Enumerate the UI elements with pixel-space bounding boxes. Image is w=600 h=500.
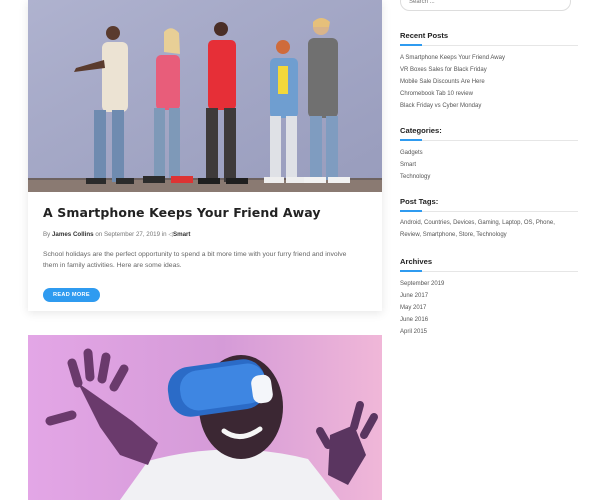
category-link[interactable]: Smart: [400, 159, 578, 171]
recent-post-link[interactable]: A Smartphone Keeps Your Friend Away: [400, 52, 578, 64]
post-card: A Smartphone Keeps Your Friend Away By J…: [28, 0, 382, 311]
recent-post-link[interactable]: VR Boxes Sales for Black Friday: [400, 64, 578, 76]
tag-link[interactable]: Smartphone: [423, 232, 456, 238]
post-thumbnail-vr-headset[interactable]: [28, 335, 382, 500]
meta-on-label: on: [95, 231, 103, 238]
tag-link[interactable]: Review: [400, 232, 419, 238]
widget-divider: [400, 210, 578, 212]
search-input[interactable]: [400, 0, 571, 11]
post-date: September 27, 2019: [103, 231, 161, 238]
post-category-link[interactable]: Smart: [173, 231, 191, 238]
recent-posts-widget: Recent Posts A Smartphone Keeps Your Fri…: [400, 31, 578, 112]
widget-divider: [400, 44, 578, 46]
tag-link[interactable]: OS: [524, 220, 533, 226]
post-excerpt: School holidays are the perfect opportun…: [43, 251, 347, 269]
widget-title: Archives: [400, 257, 433, 266]
archives-widget: Archives September 2019 June 2017 May 20…: [400, 257, 578, 338]
post-author-link[interactable]: James Collins: [52, 231, 94, 238]
meta-by-label: By: [43, 231, 51, 238]
archive-link[interactable]: May 2017: [400, 302, 578, 314]
tag-link[interactable]: Store: [459, 232, 473, 238]
tag-link[interactable]: Countries: [424, 220, 450, 226]
tag-cloud: Android, Countries, Devices, Gaming, Lap…: [400, 220, 555, 238]
read-more-button[interactable]: READ MORE: [43, 288, 100, 302]
archive-link[interactable]: September 2019: [400, 278, 578, 290]
archive-link[interactable]: June 2017: [400, 290, 578, 302]
widget-title: Post Tags:: [400, 197, 439, 206]
tag-link[interactable]: Android: [400, 220, 421, 226]
recent-post-link[interactable]: Mobile Sale Discounts Are Here: [400, 76, 578, 88]
post-card: [28, 335, 382, 500]
archive-link[interactable]: April 2015: [400, 326, 578, 338]
post-body: A Smartphone Keeps Your Friend Away By J…: [43, 192, 367, 302]
category-link[interactable]: Gadgets: [400, 147, 578, 159]
tag-link[interactable]: Devices: [453, 220, 474, 226]
widget-title: Categories:: [400, 126, 442, 135]
tag-link[interactable]: Laptop: [502, 220, 520, 226]
widget-divider: [400, 270, 578, 272]
post-thumbnail-people-phones[interactable]: [28, 0, 382, 192]
meta-in-label: in: [161, 231, 167, 238]
tag-link[interactable]: Gaming: [478, 220, 499, 226]
tag-link[interactable]: Phone: [536, 220, 553, 226]
category-link[interactable]: Technology: [400, 171, 578, 183]
widget-divider: [400, 139, 578, 141]
recent-post-link[interactable]: Black Friday vs Cyber Monday: [400, 100, 578, 112]
post-meta: By James Collins on September 27, 2019 i…: [43, 231, 367, 238]
recent-post-link[interactable]: Chromebook Tab 10 review: [400, 88, 578, 100]
archive-link[interactable]: June 2016: [400, 314, 578, 326]
post-tags-widget: Post Tags: Android, Countries, Devices, …: [400, 197, 578, 241]
widget-title: Recent Posts: [400, 31, 449, 40]
post-title[interactable]: A Smartphone Keeps Your Friend Away: [43, 205, 367, 220]
categories-widget: Categories: Gadgets Smart Technology: [400, 126, 578, 183]
tag-link[interactable]: Technology: [476, 232, 506, 238]
